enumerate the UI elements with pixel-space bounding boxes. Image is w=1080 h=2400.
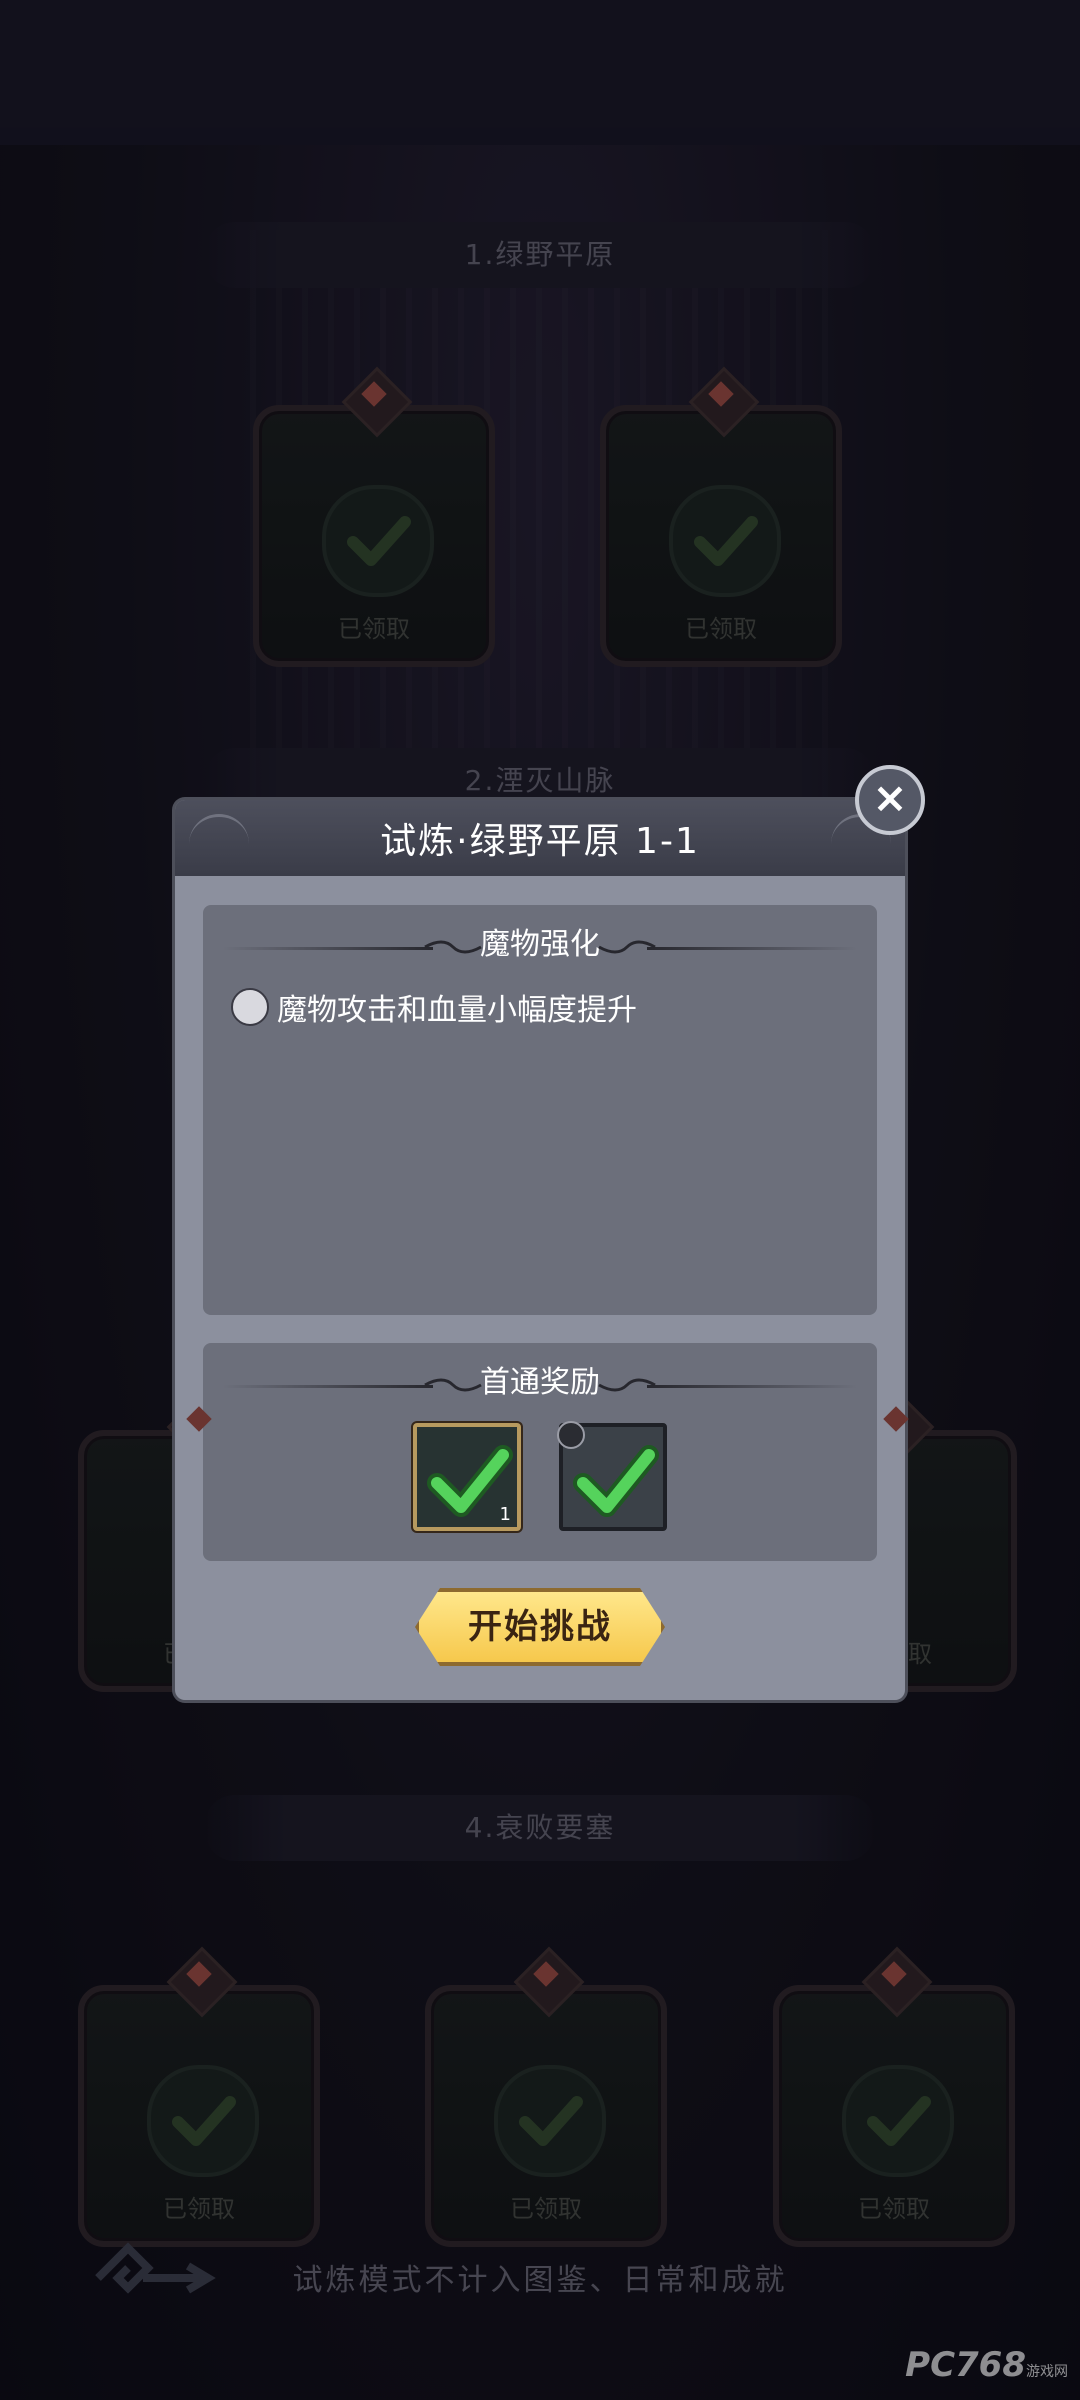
reward-card[interactable] <box>557 1421 667 1531</box>
ornament-left <box>189 814 249 847</box>
effect-row: 魔物攻击和血量小幅度提升 <box>231 985 637 1029</box>
reward-count: 1 <box>499 1504 511 1525</box>
dialog-header: 试炼·绿野平原 1-1 <box>175 800 905 876</box>
effect-panel-title: 魔物强化 <box>480 927 600 962</box>
divider-line <box>647 947 857 950</box>
dialog-title: 试炼·绿野平原 1-1 <box>380 821 700 862</box>
flourish-icon <box>424 940 482 954</box>
divider-line <box>647 1385 857 1388</box>
monster-icon <box>231 988 269 1026</box>
reward-panel-header: 首通奖励 <box>203 1343 877 1413</box>
effect-panel: 魔物强化 魔物攻击和血量小幅度提升 <box>203 905 877 1315</box>
flourish-icon <box>424 1378 482 1392</box>
close-icon[interactable]: × <box>855 765 925 835</box>
reward-armor[interactable]: 1 <box>413 1423 521 1531</box>
stage-dialog: 试炼·绿野平原 1-1 魔物强化 魔物攻击和血量小幅度提升 首通奖励 1 开始挑… <box>175 800 905 1700</box>
start-challenge-button[interactable]: 开始挑战 <box>415 1588 665 1666</box>
divider-line <box>223 1385 433 1388</box>
effect-panel-header: 魔物强化 <box>203 905 877 975</box>
reward-list: 1 <box>203 1421 877 1531</box>
divider-line <box>223 947 433 950</box>
reward-panel-title: 首通奖励 <box>480 1365 600 1400</box>
reward-panel: 首通奖励 1 <box>203 1343 877 1561</box>
check-icon <box>573 1445 659 1517</box>
effect-text: 魔物攻击和血量小幅度提升 <box>277 993 637 1028</box>
